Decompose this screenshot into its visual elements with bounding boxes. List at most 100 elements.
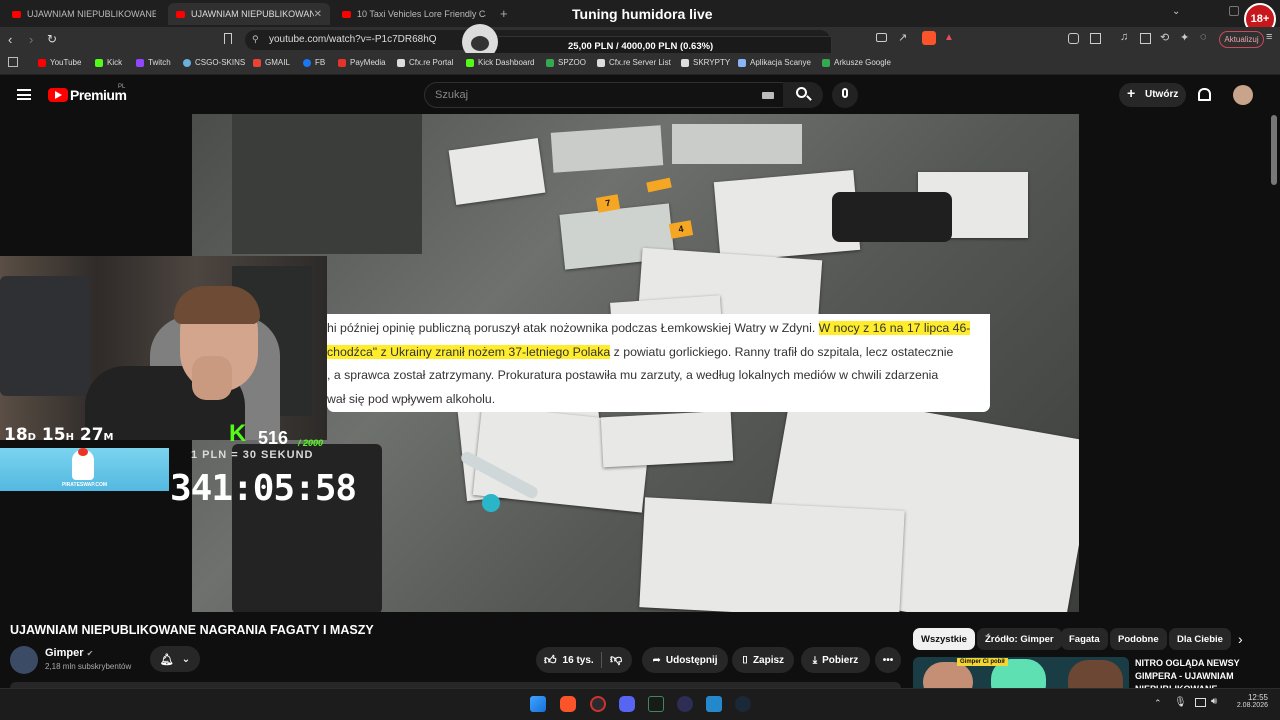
excel-icon[interactable]	[648, 696, 664, 712]
like-count[interactable]: 16 tys.	[563, 655, 594, 666]
more-icon: •••	[882, 654, 894, 666]
update-button[interactable]: Aktualizuj	[1219, 31, 1264, 48]
verified-icon: ✔	[86, 649, 94, 658]
apps-grid-icon[interactable]	[8, 57, 18, 67]
display-tray-icon[interactable]	[1195, 698, 1206, 707]
hamburger-menu-icon[interactable]	[17, 89, 31, 100]
bookmark-spzoo[interactable]: SPZOO	[546, 58, 586, 67]
youtube-icon	[176, 10, 185, 18]
country-code: PL	[118, 84, 126, 90]
bookmark-cfx-portal[interactable]: Cfx.re Portal	[397, 58, 453, 67]
more-actions-button[interactable]: •••	[875, 647, 901, 673]
brave-shield-icon[interactable]	[922, 31, 936, 45]
chevron-down-icon: ⌄	[181, 653, 191, 665]
dislike-icon[interactable]: 👎︎	[610, 652, 622, 667]
tab-2-active[interactable]: UJAWNIAM NIEPUBLIKOWAN ✕	[168, 3, 330, 25]
kick-goal-max: / 2000	[298, 438, 324, 448]
keyboard-icon[interactable]	[762, 92, 774, 99]
kick-logo-icon: K	[229, 420, 247, 447]
bookmark-fb[interactable]: FB	[303, 58, 325, 67]
bookmark-sheets[interactable]: Arkusze Google	[822, 58, 891, 67]
sheets-icon	[546, 58, 554, 67]
discord-icon[interactable]	[619, 696, 635, 712]
cast-icon[interactable]	[876, 33, 887, 42]
download-button[interactable]: ⤓ Pobierz	[801, 647, 870, 673]
bookmark-icon[interactable]	[224, 33, 232, 44]
vscode-icon[interactable]	[706, 696, 722, 712]
bookmark-csgo-skins[interactable]: CSGO-SKINS	[183, 58, 245, 67]
extensions-icon[interactable]	[1068, 33, 1079, 44]
kick-count: 516	[258, 428, 289, 448]
channel-avatar[interactable]	[10, 646, 38, 674]
recommended-title[interactable]: NITRO OGLĄDA NEWSY GIMPERA - UJAWNIAM NI…	[1135, 657, 1245, 688]
menu-icon[interactable]: ≡	[1266, 31, 1272, 43]
volume-icon[interactable]: 🔊︎	[1211, 696, 1217, 707]
bookmark-kick[interactable]: Kick	[95, 58, 122, 67]
youtube-logo-icon[interactable]	[48, 88, 68, 102]
chevron-right-icon[interactable]: ›	[1238, 631, 1243, 647]
bookmark-paymedia[interactable]: PayMedia	[338, 58, 386, 67]
reload-icon[interactable]: ↻	[47, 32, 57, 46]
microphone-icon	[842, 88, 848, 98]
chevron-down-icon[interactable]: ⌄	[1172, 6, 1180, 17]
chip-source-gimper[interactable]: Źródło: Gimper	[977, 628, 1062, 650]
brave-rewards-icon[interactable]: ▲	[944, 32, 954, 43]
gmail-icon	[253, 58, 261, 67]
subscribed-bell-button[interactable]: 🔔︎ ⌄	[150, 646, 200, 672]
notifications-bell-icon[interactable]	[1198, 88, 1211, 101]
chevron-up-icon[interactable]: ⌃	[1154, 698, 1162, 709]
bookmark-twitch[interactable]: Twitch	[136, 58, 171, 67]
subscriber-count: 2,18 mln subskrybentów	[45, 662, 132, 671]
vpn-icon[interactable]: ◌	[1200, 31, 1207, 43]
recommended-thumbnail[interactable]: Gimper Ci pobił	[913, 657, 1129, 688]
share-page-icon[interactable]: ↗	[898, 31, 907, 44]
share-button[interactable]: ➦ Udostępnij	[642, 647, 728, 673]
music-icon[interactable]: ♫	[1120, 31, 1128, 43]
youtube-icon	[12, 10, 21, 18]
bookmark-kick-dashboard[interactable]: Kick Dashboard	[466, 58, 534, 67]
bookmark-gmail[interactable]: GMAIL	[253, 58, 290, 67]
voice-search-button[interactable]	[832, 82, 858, 108]
microphone-tray-icon[interactable]: 🎙︎	[1174, 697, 1187, 708]
restore-window-icon[interactable]	[1229, 6, 1239, 16]
wallet-icon[interactable]	[1090, 33, 1101, 44]
brave-browser-icon[interactable]	[560, 696, 576, 712]
sidebar-icon[interactable]	[1140, 33, 1151, 44]
bookmark-skrypty[interactable]: SKRYPTY	[681, 58, 730, 67]
donation-goal-text: 25,00 PLN / 4000,00 PLN (0.63%)	[568, 41, 714, 52]
obs-icon[interactable]	[590, 696, 606, 712]
bookmark-youtube[interactable]: YouTube	[38, 58, 81, 67]
steam-icon[interactable]	[735, 696, 751, 712]
bookmark-cfx-server-list[interactable]: Cfx.re Server List	[597, 58, 671, 67]
chip-all[interactable]: Wszystkie	[913, 628, 975, 650]
app-icon[interactable]	[677, 696, 693, 712]
page-scrollbar[interactable]	[1271, 115, 1277, 185]
search-input[interactable]: Szukaj	[424, 82, 784, 108]
create-button[interactable]: + Utwórz	[1119, 83, 1186, 107]
leo-ai-icon[interactable]: ✦	[1180, 31, 1189, 44]
like-icon[interactable]: 👍︎	[544, 653, 557, 668]
tab-1[interactable]: UJAWNIAM NIEPUBLIKOWANE NAG	[4, 3, 164, 25]
account-avatar[interactable]	[1233, 85, 1253, 105]
new-tab-icon[interactable]: +	[500, 6, 508, 21]
news-article-excerpt: hi później opinię publiczną poruszył ata…	[327, 314, 990, 412]
site-info-icon[interactable]: ⚲	[252, 34, 259, 45]
save-button[interactable]: ⌷ Zapisz	[732, 647, 794, 673]
chip-for-you[interactable]: Dla Ciebie	[1169, 628, 1231, 650]
bookmark-scanye[interactable]: Aplikacja Scanye	[738, 58, 811, 67]
forward-icon[interactable]: ›	[29, 32, 33, 47]
person-hand	[192, 356, 232, 400]
close-tab-icon[interactable]: ✕	[314, 9, 322, 20]
sheets-icon	[822, 58, 830, 67]
search-button[interactable]	[783, 82, 823, 108]
chip-similar[interactable]: Podobne	[1110, 628, 1167, 650]
chip-fagata[interactable]: Fagata	[1061, 628, 1108, 650]
sync-icon[interactable]: ⟲	[1160, 31, 1169, 44]
cfx-icon	[397, 58, 405, 67]
tab-3[interactable]: 10 Taxi Vehicles Lore Friendly Cars GT	[334, 3, 494, 25]
clock[interactable]: 12:55 2.08.2026	[1236, 693, 1268, 709]
windows-start-icon[interactable]	[530, 696, 546, 712]
back-icon[interactable]: ‹	[8, 32, 12, 47]
channel-name[interactable]: Gimper ✔	[45, 647, 93, 659]
csgo-icon	[183, 58, 191, 67]
